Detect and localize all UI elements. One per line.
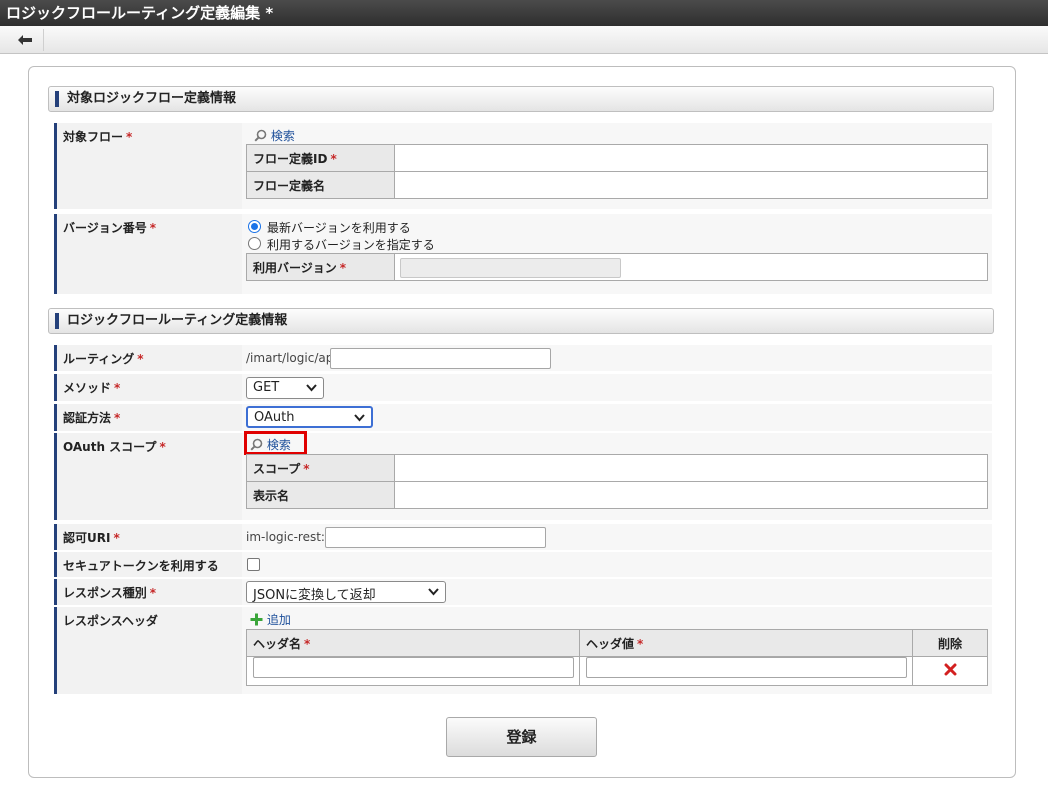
radio-latest-version[interactable] xyxy=(248,220,261,233)
required-mark: * xyxy=(126,130,133,144)
chevron-down-icon xyxy=(306,384,317,392)
row-routing: ルーティング * /imart/logic/api/ xyxy=(54,345,992,371)
row-oauth-scope: OAuth スコープ * 検索 スコープ * 表示名 xyxy=(54,431,992,520)
row-response-header: レスポンスヘッダ 追加 ヘッダ名 * ヘッダ値 * 削除 xyxy=(54,607,992,694)
auth-select[interactable]: OAuth xyxy=(246,406,373,428)
header-value-input[interactable] xyxy=(586,657,907,678)
add-header-link[interactable]: 追加 xyxy=(250,611,291,628)
register-button[interactable]: 登録 xyxy=(446,717,597,757)
use-version-input[interactable] xyxy=(400,258,621,278)
row-secure-token: セキュアトークンを利用する xyxy=(54,552,992,577)
flow-name-value xyxy=(394,171,988,199)
auth-uri-prefix: im-logic-rest:// xyxy=(246,530,334,544)
search-icon xyxy=(254,129,267,142)
chevron-down-icon xyxy=(428,588,439,596)
response-type-select[interactable]: JSONに変換して返却 xyxy=(246,581,446,603)
delete-column: 削除 xyxy=(912,629,988,657)
response-type-label: レスポンス種別 * xyxy=(54,579,240,605)
back-arrow-icon xyxy=(18,35,32,45)
version-label: バージョン番号 * xyxy=(54,214,240,294)
plus-icon xyxy=(250,613,263,626)
auth-label: 認証方法 * xyxy=(54,404,240,431)
section-header-target: 対象ロジックフロー定義情報 xyxy=(48,86,994,112)
response-header-label: レスポンスヘッダ xyxy=(54,607,240,694)
auth-uri-input[interactable] xyxy=(325,527,546,548)
row-target-flow: 対象フロー * 検索 フロー定義ID * フロー定義名 xyxy=(54,123,992,209)
row-auth-uri: 認可URI * im-logic-rest:// xyxy=(54,524,992,550)
target-flow-search-link[interactable]: 検索 xyxy=(254,127,295,144)
flow-id-value xyxy=(394,144,988,172)
radio-specify-version[interactable] xyxy=(248,237,261,250)
header-value-column: ヘッダ値 * xyxy=(579,629,913,657)
radio-latest-version-label: 最新バージョンを利用する xyxy=(267,221,411,235)
back-button[interactable] xyxy=(8,29,44,51)
toolbar xyxy=(0,26,1048,54)
header-name-input[interactable] xyxy=(253,657,574,678)
routing-input[interactable] xyxy=(330,348,551,369)
flow-info-table: フロー定義ID * フロー定義名 xyxy=(246,144,988,199)
oauth-scope-label: OAuth スコープ * xyxy=(54,433,240,520)
delete-icon[interactable] xyxy=(944,663,957,676)
routing-label: ルーティング * xyxy=(54,345,240,371)
method-label: メソッド * xyxy=(54,374,240,401)
row-method: メソッド * GET xyxy=(54,374,992,401)
highlight-box xyxy=(244,431,307,455)
section-header-routing: ロジックフロールーティング定義情報 xyxy=(48,308,994,334)
radio-specify-version-label: 利用するバージョンを指定する xyxy=(267,238,435,252)
row-auth: 認証方法 * OAuth xyxy=(54,404,992,431)
scope-table: スコープ * 表示名 xyxy=(246,454,988,509)
secure-token-checkbox[interactable] xyxy=(247,558,260,571)
row-response-type: レスポンス種別 * JSONに変換して返却 xyxy=(54,579,992,605)
auth-uri-label: 認可URI * xyxy=(54,524,240,550)
method-select[interactable]: GET xyxy=(246,377,324,399)
header-name-column: ヘッダ名 * xyxy=(246,629,580,657)
secure-token-label: セキュアトークンを利用する xyxy=(54,552,240,577)
chevron-down-icon xyxy=(354,414,365,422)
row-version: バージョン番号 * 最新バージョンを利用する 利用するバージョンを指定する 利用バ… xyxy=(54,214,992,294)
routing-prefix: /imart/logic/api/ xyxy=(246,351,341,365)
target-flow-label: 対象フロー * xyxy=(54,123,240,209)
window-title: ロジックフロールーティング定義編集 * xyxy=(0,0,1048,26)
